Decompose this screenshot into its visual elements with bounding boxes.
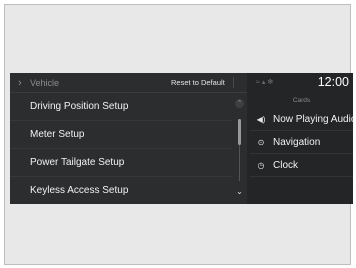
card-navigation[interactable]: ⊙ Navigation	[250, 132, 353, 154]
card-clock[interactable]: ◷ Clock	[250, 155, 353, 177]
cards-panel: ≈▴✻ 12:00 Cards ◀) Now Playing Audio ⊙ N…	[250, 73, 353, 204]
clock-icon: ◷	[257, 161, 265, 170]
card-label: Clock	[273, 160, 299, 171]
settings-list: Driving Position Setup Meter Setup Power…	[10, 93, 232, 204]
settings-header: › Vehicle Reset to Default	[10, 73, 247, 93]
bluetooth-icon: ✻	[267, 79, 276, 86]
scroll-up-icon[interactable]: ⌃	[235, 99, 244, 108]
speaker-icon: ◀)	[256, 115, 266, 124]
scroll-down-icon[interactable]: ⌄	[235, 187, 244, 196]
menu-item-meter-setup[interactable]: Meter Setup	[10, 121, 232, 149]
card-label: Now Playing Audio	[273, 114, 353, 125]
scroll-thumb[interactable]	[238, 119, 241, 145]
reset-to-default-button[interactable]: Reset to Default	[171, 77, 225, 89]
card-now-playing-audio[interactable]: ◀) Now Playing Audio	[250, 109, 353, 131]
navigation-icon: ⊙	[257, 138, 265, 147]
cards-heading: Cards	[292, 97, 311, 104]
menu-item-driving-position-setup[interactable]: Driving Position Setup	[10, 93, 232, 121]
breadcrumb: Vehicle	[30, 78, 60, 88]
card-label: Navigation	[273, 137, 321, 148]
header-divider	[233, 77, 234, 88]
scrollbar[interactable]: ⌃ ⌄	[232, 93, 247, 204]
menu-item-power-tailgate-setup[interactable]: Power Tailgate Setup	[10, 149, 232, 177]
settings-panel: › Vehicle Reset to Default Driving Posit…	[10, 73, 247, 204]
infotainment-screen: › Vehicle Reset to Default Driving Posit…	[10, 73, 353, 204]
chevron-left-icon[interactable]: ›	[18, 76, 22, 90]
menu-item-keyless-access-setup[interactable]: Keyless Access Setup	[10, 177, 232, 204]
status-clock: 12:00	[317, 75, 349, 89]
status-icons: ≈▴✻	[256, 78, 275, 88]
